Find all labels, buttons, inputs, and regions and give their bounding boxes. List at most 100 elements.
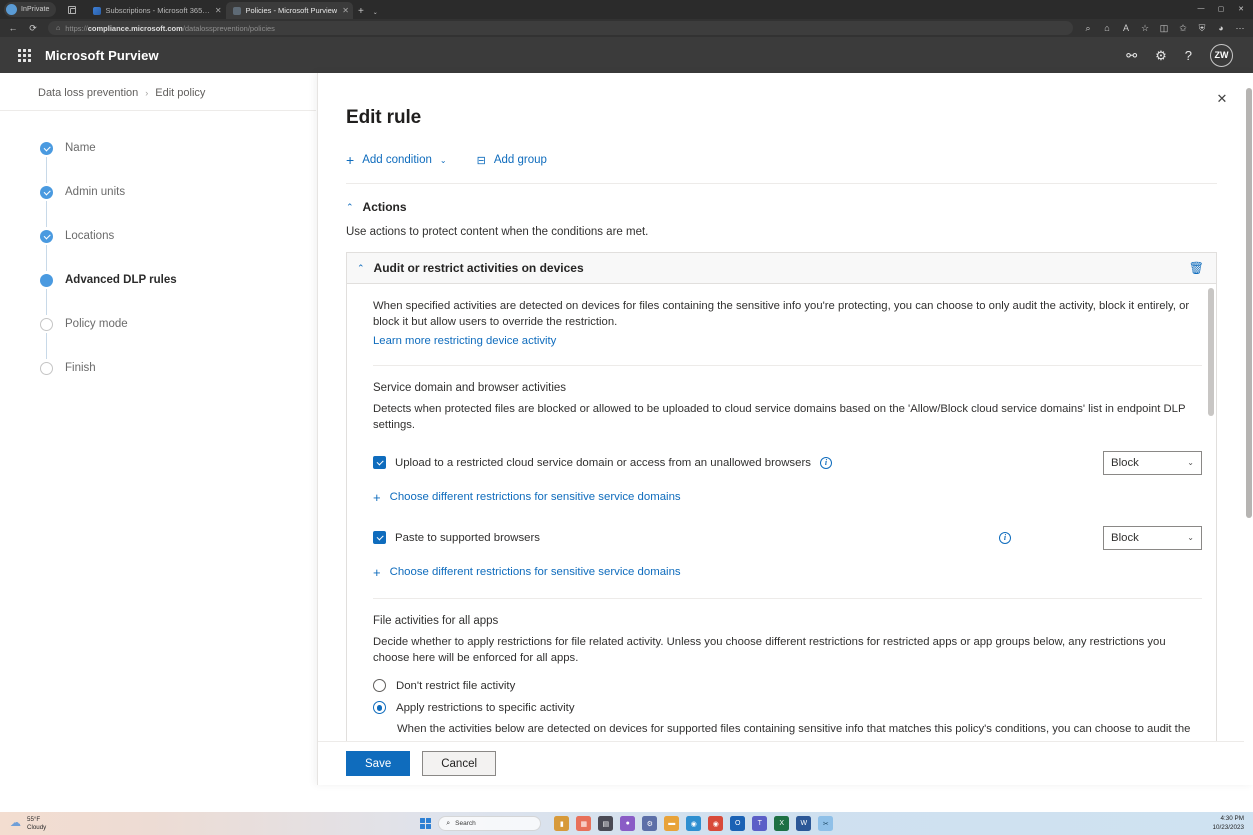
group-icon: ⊟ <box>477 154 486 167</box>
taskbar-app-edge-browser[interactable]: ◉ <box>686 816 701 831</box>
inprivate-indicator[interactable]: InPrivate <box>4 2 56 17</box>
save-button[interactable]: Save <box>346 751 410 776</box>
chevron-down-icon[interactable]: ⌄ <box>369 9 382 19</box>
cancel-button[interactable]: Cancel <box>422 751 496 776</box>
panel-toolbar: + Add condition ⌄ ⊟ Add group <box>346 153 1217 167</box>
sidebar-item-policy-mode[interactable]: Policy mode <box>40 315 300 333</box>
browser-essentials-icon[interactable]: ⛨ <box>1193 20 1211 36</box>
search-icon: ⌕ <box>446 820 450 828</box>
page-scrollbar[interactable] <box>1244 73 1253 785</box>
activity-row-upload-restricted-domain: Upload to a restricted cloud service dom… <box>373 451 1202 475</box>
edit-rule-panel: ✕ Edit rule + Add condition ⌄ ⊟ Add grou… <box>317 73 1253 785</box>
panel-title: Edit rule <box>346 107 1217 129</box>
new-tab-button[interactable]: + <box>353 6 369 19</box>
browser-chrome: InPrivate Subscriptions - Microsoft 365 … <box>0 0 1253 37</box>
browser-tab-subscriptions[interactable]: Subscriptions - Microsoft 365 a... ✕ <box>86 2 226 19</box>
card-scrollbar[interactable] <box>1208 288 1214 741</box>
close-icon[interactable]: ✕ <box>215 7 222 15</box>
chevron-down-icon: ⌄ <box>1187 533 1194 542</box>
choose-restrictions-link-upload[interactable]: + Choose different restrictions for sens… <box>373 491 1202 504</box>
sidebar-item-label: Name <box>65 142 96 154</box>
back-icon[interactable]: ← <box>4 20 22 36</box>
trash-icon[interactable]: 🗑 <box>1189 261 1204 275</box>
actions-section-title: Actions <box>363 200 407 214</box>
reload-icon[interactable]: ⟳ <box>24 20 42 36</box>
taskbar-app-file-explorer[interactable]: ▤ <box>598 816 613 831</box>
wizard-steps: Name Admin units Locations Advanced DLP … <box>0 111 300 377</box>
taskbar-app-briefcase[interactable]: ▮ <box>554 816 569 831</box>
tab-favicon-icon <box>233 7 241 15</box>
help-icon[interactable]: ? <box>1185 49 1192 62</box>
avatar[interactable]: ZW <box>1210 44 1233 67</box>
sidebar-item-label: Locations <box>65 230 114 242</box>
preview-features-icon[interactable]: ⚯ <box>1126 49 1137 62</box>
chevron-up-icon: ⌃ <box>346 202 354 213</box>
taskbar-app-excel[interactable]: X <box>774 816 789 831</box>
taskbar-app-settings[interactable]: ⚙ <box>642 816 657 831</box>
close-icon[interactable]: ✕ <box>342 7 349 15</box>
info-icon[interactable]: i <box>820 457 832 469</box>
radio-button[interactable] <box>373 701 386 714</box>
info-icon[interactable]: i <box>999 532 1011 544</box>
page-body: Data loss prevention › Edit policy Name … <box>0 73 1253 785</box>
taskbar-app-photos[interactable]: ▦ <box>576 816 591 831</box>
radio-dont-restrict-file-activity[interactable]: Don't restrict file activity <box>373 679 1202 692</box>
chevron-right-icon: › <box>145 88 148 98</box>
collections-icon[interactable]: ✩ <box>1174 20 1192 36</box>
restriction-select-paste-to-browsers[interactable]: Block ⌄ <box>1103 526 1202 550</box>
favorite-star-icon[interactable]: ☆ <box>1136 20 1154 36</box>
checkbox-upload-restricted-domain[interactable] <box>373 456 386 469</box>
tab-search-icon[interactable] <box>64 2 80 17</box>
radio-label: Don't restrict file activity <box>396 680 515 692</box>
sidebar-item-name[interactable]: Name <box>40 139 300 157</box>
choose-restrictions-link-paste[interactable]: + Choose different restrictions for sens… <box>373 566 1202 579</box>
windows-start-icon[interactable] <box>420 818 432 830</box>
card-scrollbar-thumb[interactable] <box>1208 288 1214 416</box>
sidebar-item-label: Advanced DLP rules <box>65 274 177 286</box>
taskbar-app-outlook[interactable]: O <box>730 816 745 831</box>
restriction-select-upload-restricted-domain[interactable]: Block ⌄ <box>1103 451 1202 475</box>
split-screen-icon[interactable]: ◫ <box>1155 20 1173 36</box>
sidebar-item-admin-units[interactable]: Admin units <box>40 183 300 201</box>
zoom-icon[interactable]: ⌕ <box>1079 20 1097 36</box>
minimize-button[interactable]: — <box>1191 0 1211 17</box>
page-scrollbar-thumb[interactable] <box>1246 88 1252 518</box>
taskbar-app-chat[interactable]: ● <box>620 816 635 831</box>
address-bar[interactable]: ⌂ https://compliance.microsoft.com/datal… <box>48 21 1073 35</box>
actions-section-header[interactable]: ⌃ Actions <box>346 200 1217 214</box>
taskbar-app-snip-tool[interactable]: ✂ <box>818 816 833 831</box>
card-title: Audit or restrict activities on devices <box>374 261 584 275</box>
search-input[interactable]: ⌕ Search <box>438 816 541 831</box>
browser-toolbar-right: ⌕ ⌂ A ☆ ◫ ✩ ⛨ ◕ ⋯ <box>1079 20 1249 36</box>
service-domain-section-description: Detects when protected files are blocked… <box>373 401 1202 434</box>
browser-tabstrip: InPrivate Subscriptions - Microsoft 365 … <box>0 0 1253 19</box>
copilot-icon[interactable]: ◕ <box>1212 20 1230 36</box>
add-condition-button[interactable]: + Add condition ⌄ <box>346 153 447 167</box>
read-aloud-icon[interactable]: A <box>1117 20 1135 36</box>
gear-icon[interactable]: ⚙ <box>1155 49 1167 62</box>
breadcrumb-root[interactable]: Data loss prevention <box>38 87 138 99</box>
inprivate-label: InPrivate <box>21 6 50 13</box>
learn-more-link[interactable]: Learn more restricting device activity <box>373 335 556 347</box>
taskbar-app-word[interactable]: W <box>796 816 811 831</box>
checkbox-paste-to-browsers[interactable] <box>373 531 386 544</box>
taskbar-app-chrome-browser[interactable]: ◉ <box>708 816 723 831</box>
sidebar-item-locations[interactable]: Locations <box>40 227 300 245</box>
maximize-button[interactable]: ▢ <box>1211 0 1231 17</box>
close-window-button[interactable]: ✕ <box>1231 0 1251 17</box>
app-launcher-icon[interactable] <box>18 49 31 62</box>
app-header: Microsoft Purview ⚯ ⚙ ? ZW <box>0 37 1253 73</box>
radio-button[interactable] <box>373 679 386 692</box>
radio-apply-restrictions-specific-activity[interactable]: Apply restrictions to specific activity <box>373 701 1202 714</box>
taskbar-app-mail[interactable]: ▬ <box>664 816 679 831</box>
browser-tab-policies[interactable]: Policies - Microsoft Purview ✕ <box>226 2 353 19</box>
home-icon[interactable]: ⌂ <box>1098 20 1116 36</box>
card-header[interactable]: ⌃ Audit or restrict activities on device… <box>347 253 1216 284</box>
more-settings-icon[interactable]: ⋯ <box>1231 20 1249 36</box>
sidebar-item-finish[interactable]: Finish <box>40 359 300 377</box>
taskbar-app-teams[interactable]: T <box>752 816 767 831</box>
sidebar-item-advanced-dlp-rules[interactable]: Advanced DLP rules <box>40 271 300 289</box>
add-group-button[interactable]: ⊟ Add group <box>477 154 547 167</box>
step-pending-icon <box>40 318 53 331</box>
step-connector <box>46 333 47 359</box>
